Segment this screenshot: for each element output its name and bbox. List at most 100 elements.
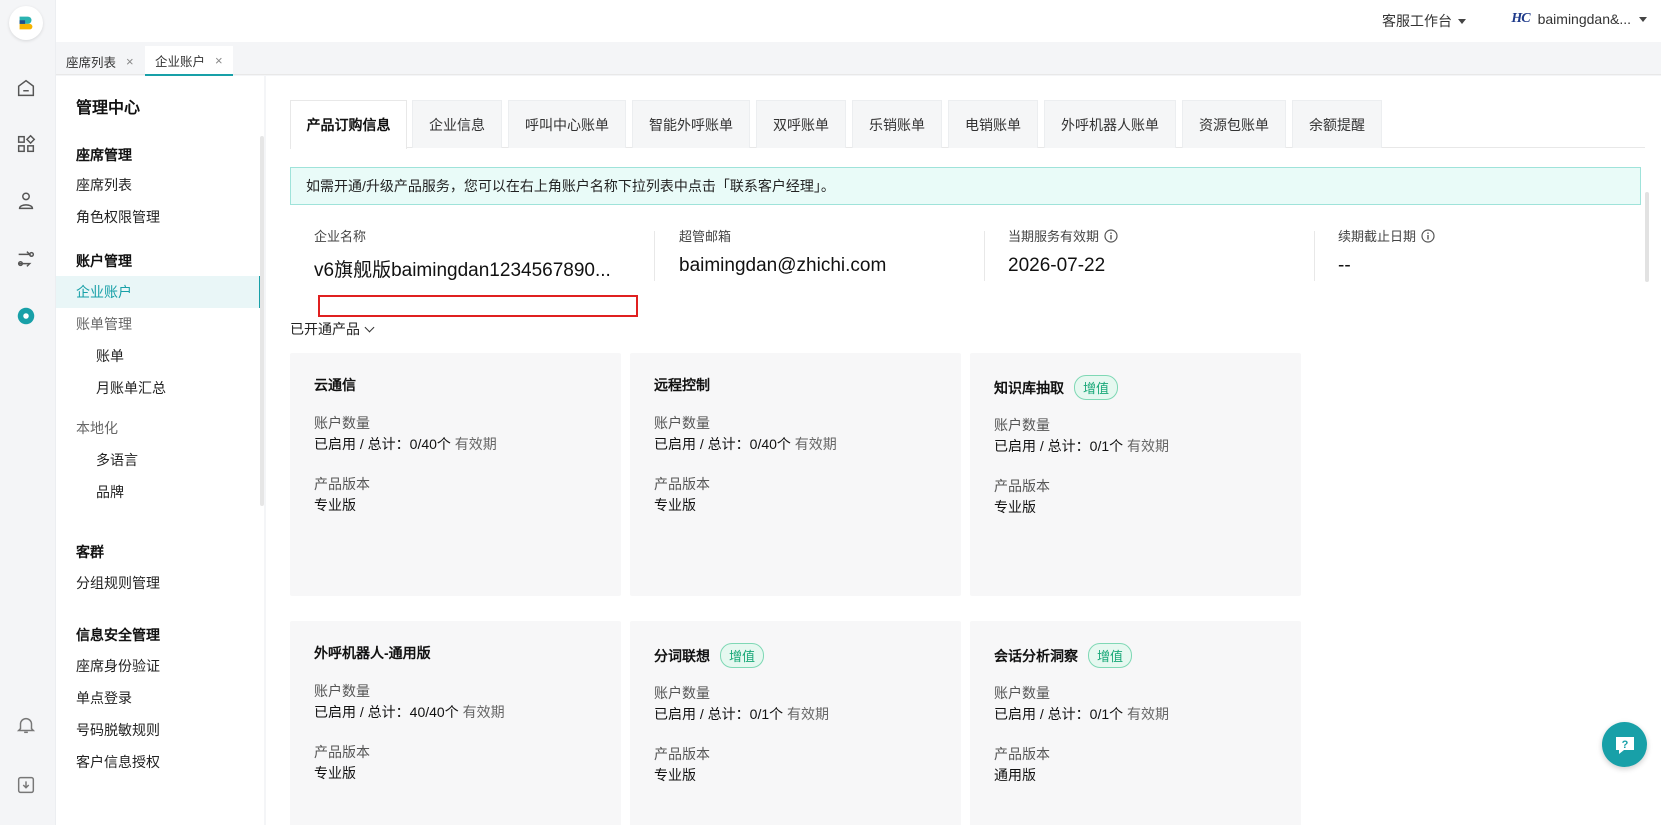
sidebar-item-number-mask[interactable]: 号码脱敏规则: [56, 714, 261, 746]
product-card: 会话分析洞察 增值 账户数量 已启用 / 总计：0/1个 有效期 产品版本 通用版: [970, 621, 1301, 825]
validity-label: 有效期: [1123, 706, 1170, 722]
workbench-label: 客服工作台: [1382, 13, 1452, 29]
product-name: 分词联想: [654, 647, 710, 664]
info-icon[interactable]: [1104, 228, 1118, 243]
content-tabs: 产品订购信息 企业信息 呼叫中心账单 智能外呼账单 双呼账单 乐销账单 电销账单…: [290, 100, 1645, 149]
upgrade-notice: 如需开通/升级产品服务，您可以在右上角账户名称下拉列表中点击「联系客户经理」。: [290, 167, 1641, 205]
company-logo: HC: [1511, 11, 1530, 26]
value-added-badge: 增值: [1088, 643, 1133, 668]
sidebar-item-multilanguage[interactable]: 多语言: [56, 444, 261, 476]
sidebar-item-sso[interactable]: 单点登录: [56, 682, 261, 714]
account-count-label: 账户数量: [654, 685, 710, 701]
sidebar-item-brand[interactable]: 品牌: [56, 476, 261, 508]
page-tab-enterprise-account[interactable]: 企业账户 ×: [145, 46, 233, 76]
sidebar-item-monthly-summary[interactable]: 月账单汇总: [56, 372, 261, 404]
tab-call-center-bill[interactable]: 呼叫中心账单: [508, 100, 626, 148]
renewal-deadline-block: 续期截止日期 --: [1338, 226, 1435, 277]
app-logo[interactable]: [9, 6, 43, 40]
product-version-value: 专业版: [654, 497, 696, 513]
sidebar-scrollbar[interactable]: [260, 136, 264, 506]
tab-product-subscription[interactable]: 产品订购信息: [290, 100, 407, 149]
sidebar-item-bill-management[interactable]: 账单管理: [56, 308, 261, 340]
help-chat-button[interactable]: ?: [1602, 722, 1647, 767]
product-version-value: 专业版: [994, 499, 1036, 515]
account-menu[interactable]: HC baimingdan&...: [1511, 11, 1647, 27]
svg-text:?: ?: [1621, 739, 1628, 751]
service-period-value: 2026-07-22: [1008, 255, 1106, 276]
sidebar-item-localization[interactable]: 本地化: [56, 412, 261, 444]
validity-label: 有效期: [458, 704, 505, 720]
account-count-value: 已启用 / 总计：0/1个 有效期: [654, 704, 829, 724]
product-name: 知识库抽取: [994, 379, 1064, 396]
page-tabs-bar: 座席列表 × 企业账户 ×: [56, 42, 1661, 76]
product-name-row: 外呼机器人-通用版: [314, 643, 431, 663]
account-count-label: 账户数量: [314, 683, 370, 699]
sidebar-item-seat-identity[interactable]: 座席身份验证: [56, 650, 261, 682]
product-version-label: 产品版本: [994, 478, 1050, 494]
bell-icon[interactable]: [14, 713, 38, 737]
user-icon[interactable]: [14, 189, 38, 213]
admin-email-block: 超管邮箱 baimingdan@zhichi.com: [679, 226, 886, 277]
account-count-label: 账户数量: [994, 685, 1050, 701]
admin-email-label: 超管邮箱: [679, 229, 732, 244]
renewal-deadline-label-row: 续期截止日期: [1338, 226, 1435, 245]
account-count-text: 已启用 / 总计：40/40个: [314, 704, 459, 720]
product-name: 会话分析洞察: [994, 647, 1078, 664]
divider: [984, 231, 985, 281]
value-added-badge: 增值: [720, 643, 765, 668]
sidebar-group-account: 账户管理: [76, 253, 132, 269]
sidebar-item-customer-auth[interactable]: 客户信息授权: [56, 746, 261, 778]
product-name-row: 远程控制: [654, 375, 710, 395]
sidebar-group-customer: 客群: [76, 544, 104, 560]
tab-resource-pack-bill[interactable]: 资源包账单: [1182, 100, 1286, 148]
product-name-row: 知识库抽取 增值: [994, 375, 1119, 400]
opened-products-toggle[interactable]: 已开通产品: [290, 319, 375, 339]
close-icon[interactable]: ×: [215, 53, 223, 68]
admin-email-value: baimingdan@zhichi.com: [679, 255, 887, 276]
apps-grid-icon[interactable]: [14, 132, 38, 156]
company-name-block: 企业名称 v6旗舰版baimingdan1234567890...: [314, 226, 611, 282]
sidebar-item-group-rules[interactable]: 分组规则管理: [56, 567, 261, 599]
sidebar-item-enterprise-account[interactable]: 企业账户: [56, 276, 261, 308]
renewal-deadline-value: --: [1338, 255, 1351, 276]
product-card: 远程控制 账户数量 已启用 / 总计：0/40个 有效期 产品版本 专业版: [630, 353, 961, 596]
validity-label: 有效期: [790, 436, 837, 452]
tab-smart-outbound-bill[interactable]: 智能外呼账单: [632, 100, 750, 148]
product-version-value: 通用版: [994, 767, 1036, 783]
product-version-label: 产品版本: [314, 476, 370, 492]
tab-enterprise-info[interactable]: 企业信息: [412, 100, 502, 148]
account-count-value: 已启用 / 总计：0/1个 有效期: [994, 436, 1169, 456]
workbench-dropdown[interactable]: 客服工作台: [1382, 11, 1466, 31]
download-icon[interactable]: [14, 773, 38, 797]
help-chat-icon: ?: [1615, 736, 1634, 754]
sidebar-title: 管理中心: [76, 100, 141, 117]
page-tab-seat-list[interactable]: 座席列表 ×: [56, 46, 144, 76]
sidebar-item-bill[interactable]: 账单: [56, 340, 261, 372]
tab-outbound-robot-bill[interactable]: 外呼机器人账单: [1044, 100, 1176, 148]
close-icon[interactable]: ×: [126, 54, 134, 69]
account-name: baimingdan&...: [1537, 11, 1631, 27]
product-version-value: 专业版: [654, 767, 696, 783]
company-name-value: v6旗舰版baimingdan1234567890...: [314, 260, 611, 281]
settings-gear-icon[interactable]: [14, 304, 38, 328]
sidebar-group-seat: 座席管理: [76, 147, 132, 163]
home-icon[interactable]: [14, 76, 38, 100]
account-count-label: 账户数量: [314, 415, 370, 431]
account-count-text: 已启用 / 总计：0/40个: [654, 436, 791, 452]
tab-lexiao-bill[interactable]: 乐销账单: [852, 100, 942, 148]
product-name: 远程控制: [654, 377, 710, 393]
tab-dual-call-bill[interactable]: 双呼账单: [756, 100, 846, 148]
tab-telesales-bill[interactable]: 电销账单: [948, 100, 1038, 148]
tab-balance-reminder[interactable]: 余额提醒: [1292, 100, 1382, 148]
caret-down-icon: [1458, 18, 1466, 24]
account-count-text: 已启用 / 总计：0/1个: [994, 438, 1124, 454]
sidebar-item-seat-list[interactable]: 座席列表: [56, 169, 261, 201]
info-icon[interactable]: [1421, 228, 1435, 243]
routing-icon[interactable]: [14, 247, 38, 271]
main-scrollbar[interactable]: [1645, 192, 1649, 282]
product-version-label: 产品版本: [314, 744, 370, 760]
product-card: 分词联想 增值 账户数量 已启用 / 总计：0/1个 有效期 产品版本 专业版: [630, 621, 961, 825]
account-count-label: 账户数量: [654, 415, 710, 431]
sidebar-item-role-permission[interactable]: 角色权限管理: [56, 201, 261, 233]
product-version-label: 产品版本: [654, 746, 710, 762]
